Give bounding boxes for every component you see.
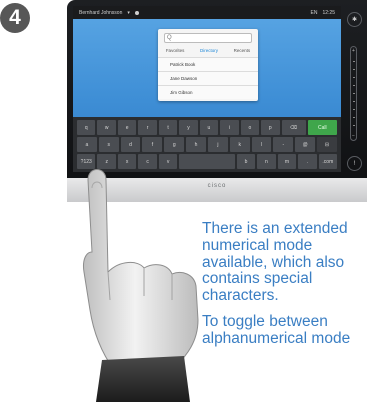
instruction-paragraph-1: There is an extended numerical mode avai… [202,220,348,305]
backspace-key[interactable]: ⌫ [281,120,306,135]
key[interactable]: j [207,137,228,152]
key[interactable]: i [220,120,239,135]
key[interactable]: m [277,154,297,169]
key[interactable]: l [251,137,272,152]
key[interactable]: u [199,120,219,135]
status-dot-icon [134,10,139,15]
list-item[interactable]: Jane Dawson [158,71,258,85]
list-item[interactable]: Jim Gibson [158,85,258,99]
status-time: 12:25 [322,9,335,16]
status-dropdown-indicator[interactable]: ▾ [127,10,130,16]
key[interactable]: d [120,137,141,152]
key[interactable]: a [77,137,97,152]
tab-recents[interactable]: Recents [234,48,251,53]
status-bar: Bernhard Johnsson ▾ EN 12:25 [73,6,341,19]
key[interactable]: - [273,137,294,152]
key[interactable]: @ [295,137,316,152]
instruction-paragraph-2: To toggle between alphanumerical mode [202,312,351,347]
pointing-hand-icon [83,169,199,402]
directory-popup: Q Favorites Directory Recents Patrick Bo… [158,29,258,101]
key[interactable]: k [229,137,250,152]
step-number: 4 [9,6,21,29]
key[interactable]: f [142,137,163,152]
keyboard-row: a s d f g h j k l - @ ⊟ [77,137,337,152]
status-battery: EN [310,9,318,16]
key[interactable]: e [117,120,137,135]
key[interactable]: t [158,120,178,135]
key[interactable]: . [298,154,317,169]
directory-list: Patrick Book Jane Dawson Jim Gibson [158,57,258,99]
key[interactable]: r [138,120,157,135]
key[interactable]: o [240,120,260,135]
right-control-rail: ✱ + − ! [344,6,364,174]
instruction-text: There is an extended numerical mode avai… [202,220,367,348]
step-number-badge: 4 [0,3,30,33]
list-item[interactable]: Patrick Book [158,57,258,71]
key[interactable]: b [236,154,256,169]
touch-screen: Bernhard Johnsson ▾ EN 12:25 Q Favorites… [73,6,341,172]
key[interactable]: s [98,137,119,152]
tab-directory[interactable]: Directory [200,48,218,53]
directory-search-input[interactable]: Q [164,33,252,43]
key[interactable]: w [97,120,116,135]
search-icon: Q [167,35,172,41]
hide-keyboard-icon[interactable]: ⊟ [317,137,337,152]
volume-slider[interactable]: + − [350,46,357,141]
volume-minus-icon: − [352,133,355,139]
status-user-name[interactable]: Bernhard Johnsson [79,10,122,16]
keyboard-row: q w e r t y u i o p ⌫ Call [77,120,338,135]
key[interactable]: n [257,154,276,169]
home-button[interactable]: ✱ [347,12,362,27]
volume-plus-icon: + [352,48,355,54]
home-icon: ✱ [351,17,358,23]
alert-button[interactable]: ! [347,156,362,171]
tab-favorites[interactable]: Favorites [166,48,185,53]
key[interactable]: y [179,120,198,135]
call-button[interactable]: Call [307,120,338,135]
directory-tabs: Favorites Directory Recents [158,46,258,55]
dotcom-key[interactable]: .com [318,154,338,169]
key[interactable]: q [77,120,96,135]
key[interactable]: g [164,137,185,152]
key[interactable]: p [261,120,280,135]
alert-icon: ! [353,160,356,167]
key[interactable]: h [186,137,206,152]
